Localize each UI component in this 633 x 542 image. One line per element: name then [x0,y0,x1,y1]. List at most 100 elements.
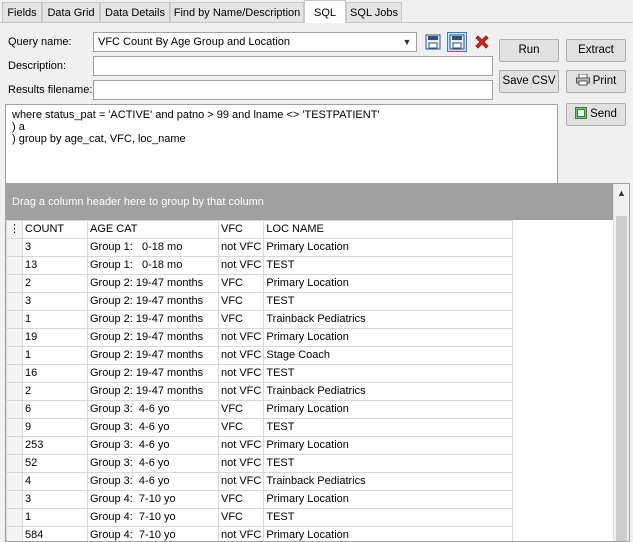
cell-count[interactable]: 584 [22,526,88,541]
cell-age-cat[interactable]: Group 3: 4-6 yo [87,454,219,473]
cell-loc-name[interactable]: Primary Location [263,238,514,257]
table-row[interactable]: 584 Group 4: 7-10 yo not VFC Primary Locati… [6,526,514,541]
row-indicator[interactable] [6,418,23,437]
results-filename-field[interactable] [93,80,493,100]
delete-query-icon[interactable] [472,32,492,52]
description-field[interactable] [93,56,493,76]
column-header-count[interactable]: COUNT [22,220,88,239]
cell-loc-name[interactable]: TEST [263,364,514,383]
row-indicator[interactable] [6,328,23,347]
column-header-age-cat[interactable]: AGE CAT [87,220,219,239]
cell-age-cat[interactable]: Group 2: 19-47 months [87,364,219,383]
cell-age-cat[interactable]: Group 4: 7-10 yo [87,526,219,541]
cell-count[interactable]: 3 [22,292,88,311]
row-indicator[interactable] [6,400,23,419]
cell-loc-name[interactable]: Trainback Pediatrics [263,382,514,401]
cell-loc-name[interactable]: TEST [263,454,514,473]
cell-vfc[interactable]: not VFC [217,364,265,383]
cell-loc-name[interactable]: Primary Location [263,490,514,509]
cell-vfc[interactable]: not VFC [217,472,265,491]
save-as-query-icon[interactable] [447,32,467,52]
cell-age-cat[interactable]: Group 2: 19-47 months [87,346,219,365]
cell-vfc[interactable]: VFC [217,418,265,437]
cell-count[interactable]: 1 [22,508,88,527]
cell-loc-name[interactable]: Primary Location [263,436,514,455]
cell-vfc[interactable]: not VFC [217,436,265,455]
table-row[interactable]: 3 Group 2: 19-47 months VFC TEST [6,292,514,311]
table-row[interactable]: 6 Group 3: 4-6 yo VFC Primary Location [6,400,514,419]
cell-count[interactable]: 2 [22,274,88,293]
cell-age-cat[interactable]: Group 3: 4-6 yo [87,400,219,419]
cell-age-cat[interactable]: Group 3: 4-6 yo [87,418,219,437]
cell-age-cat[interactable]: Group 2: 19-47 months [87,328,219,347]
cell-loc-name[interactable]: Trainback Pediatrics [263,310,514,329]
table-row[interactable]: 52 Group 3: 4-6 yo not VFC TEST [6,454,514,473]
cell-count[interactable]: 4 [22,472,88,491]
row-indicator[interactable] [6,472,23,491]
row-indicator[interactable] [6,274,23,293]
cell-age-cat[interactable]: Group 2: 19-47 months [87,382,219,401]
cell-vfc[interactable]: not VFC [217,346,265,365]
cell-count[interactable]: 13 [22,256,88,275]
table-row[interactable]: 2 Group 2: 19-47 months VFC Primary Locatio… [6,274,514,293]
row-indicator[interactable] [6,346,23,365]
row-indicator[interactable] [6,508,23,527]
row-indicator[interactable] [6,364,23,383]
cell-vfc[interactable]: not VFC [217,256,265,275]
chevron-down-icon[interactable]: ▼ [400,34,414,50]
tab-data-grid[interactable]: Data Grid [42,2,100,22]
cell-loc-name[interactable]: Trainback Pediatrics [263,472,514,491]
cell-vfc[interactable]: not VFC [217,382,265,401]
table-row[interactable]: 9 Group 3: 4-6 yo VFC TEST [6,418,514,437]
cell-count[interactable]: 253 [22,436,88,455]
group-by-panel[interactable]: Drag a column header here to group by th… [6,184,615,220]
cell-count[interactable]: 9 [22,418,88,437]
cell-count[interactable]: 16 [22,364,88,383]
cell-age-cat[interactable]: Group 1: 0-18 mo [87,238,219,257]
column-header-loc-name[interactable]: LOC NAME [263,220,514,239]
save-csv-button[interactable]: Save CSV [499,70,559,93]
row-indicator[interactable] [6,454,23,473]
cell-vfc[interactable]: VFC [217,274,265,293]
cell-loc-name[interactable]: Primary Location [263,400,514,419]
tab-sql-jobs[interactable]: SQL Jobs [346,2,402,22]
cell-vfc[interactable]: not VFC [217,328,265,347]
table-row[interactable]: 2 Group 2: 19-47 months not VFC Trainback P… [6,382,514,401]
column-header-vfc[interactable]: VFC [217,220,265,239]
row-indicator[interactable] [6,526,23,541]
column-chooser-icon[interactable]: ⋮ [6,220,23,239]
row-indicator[interactable] [6,256,23,275]
table-row[interactable]: 3 Group 1: 0-18 mo not VFC Primary Location [6,238,514,257]
table-row[interactable]: 4 Group 3: 4-6 yo not VFC Trainback Pediatr… [6,472,514,491]
cell-age-cat[interactable]: Group 2: 19-47 months [87,310,219,329]
cell-count[interactable]: 1 [22,310,88,329]
row-indicator[interactable] [6,292,23,311]
row-indicator[interactable] [6,490,23,509]
cell-vfc[interactable]: VFC [217,292,265,311]
cell-count[interactable]: 3 [22,490,88,509]
cell-vfc[interactable]: not VFC [217,526,265,541]
tab-data-details[interactable]: Data Details [100,2,170,22]
table-row[interactable]: 253 Group 3: 4-6 yo not VFC Primary Locatio… [6,436,514,455]
grid-scrollbar[interactable]: ▲ [613,184,629,541]
cell-loc-name[interactable]: Primary Location [263,328,514,347]
run-button[interactable]: Run [499,39,559,62]
cell-vfc[interactable]: VFC [217,310,265,329]
table-row[interactable]: 13 Group 1: 0-18 mo not VFC TEST [6,256,514,275]
cell-age-cat[interactable]: Group 1: 0-18 mo [87,256,219,275]
cell-age-cat[interactable]: Group 2: 19-47 months [87,292,219,311]
cell-count[interactable]: 19 [22,328,88,347]
cell-vfc[interactable]: VFC [217,490,265,509]
table-row[interactable]: 16 Group 2: 19-47 months not VFC TEST [6,364,514,383]
save-query-icon[interactable] [423,32,443,52]
extract-button[interactable]: Extract [566,39,626,62]
cell-count[interactable]: 3 [22,238,88,257]
tab-fields[interactable]: Fields [2,2,42,22]
cell-vfc[interactable]: VFC [217,400,265,419]
scroll-thumb[interactable] [616,216,627,541]
scroll-up-icon[interactable]: ▲ [614,186,629,200]
cell-loc-name[interactable]: Primary Location [263,274,514,293]
cell-loc-name[interactable]: Stage Coach [263,346,514,365]
row-indicator[interactable] [6,238,23,257]
table-row[interactable]: 19 Group 2: 19-47 months not VFC Primary Lo… [6,328,514,347]
